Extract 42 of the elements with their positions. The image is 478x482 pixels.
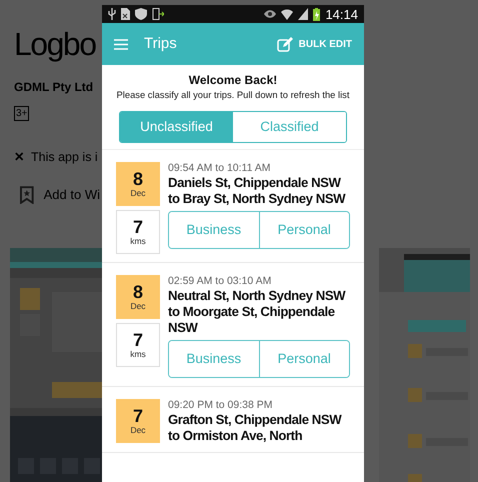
classify-button[interactable]: Personal (258, 341, 349, 377)
notice-text: This app is i (31, 149, 98, 166)
trip-route: Daniels St, Chippendale NSW to Bray St, North Sydney NSW (168, 175, 346, 207)
date-day: 7 (132, 406, 143, 424)
phone-icon (152, 8, 164, 20)
wishlist-link[interactable]: Add to Wi (44, 184, 100, 204)
document-icon (121, 8, 130, 20)
eye-icon (264, 10, 276, 18)
date-month: Dec (130, 300, 146, 312)
developer-name[interactable]: GDML Pty Ltd (14, 78, 100, 96)
date-day: 8 (132, 282, 143, 300)
instruction-text: Please classify all your trips. Pull down to refresh the list (116, 88, 350, 101)
trip-time: 02:59 AM to 03:10 AM (168, 275, 272, 288)
bulk-edit-button[interactable]: BULK EDIT (276, 36, 352, 52)
distance-unit: kms (130, 348, 146, 360)
wifi-icon (281, 8, 294, 20)
shield-icon (135, 8, 147, 20)
cross-icon: ✕ (14, 148, 25, 167)
distance-unit: kms (130, 236, 146, 246)
clock: 14:14 (325, 8, 358, 20)
menu-button[interactable] (114, 38, 128, 50)
bookmark-icon (20, 186, 34, 204)
menu-icon (114, 38, 128, 50)
distance-value: 7 (132, 330, 143, 348)
distance-value: 7 (132, 218, 143, 236)
age-rating: 3+ (14, 106, 30, 121)
trip-route: Neutral St, North Sydney NSW to Moorgate St, Chippendale NSW (168, 288, 346, 336)
trip-time: 09:54 AM to 10:11 AM (168, 162, 272, 175)
usb-icon (108, 8, 116, 20)
screen-title: Trips (144, 34, 177, 54)
classify-button[interactable]: Personal (258, 212, 349, 248)
trip-time: 09:20 PM to 09:38 PM (168, 399, 274, 412)
date-month: Dec (130, 188, 146, 198)
battery-icon (313, 8, 320, 20)
date-month: Dec (130, 424, 146, 436)
app-title: Logbo (14, 28, 97, 60)
edit-icon (276, 36, 293, 52)
signal-icon (298, 8, 308, 20)
welcome-heading: Welcome Back! (188, 73, 278, 88)
trip-route: Grafton St, Chippendale NSW to Ormiston Ave, North (168, 412, 343, 444)
filter-tab[interactable]: Unclassified (120, 112, 233, 142)
date-day: 8 (132, 170, 143, 188)
